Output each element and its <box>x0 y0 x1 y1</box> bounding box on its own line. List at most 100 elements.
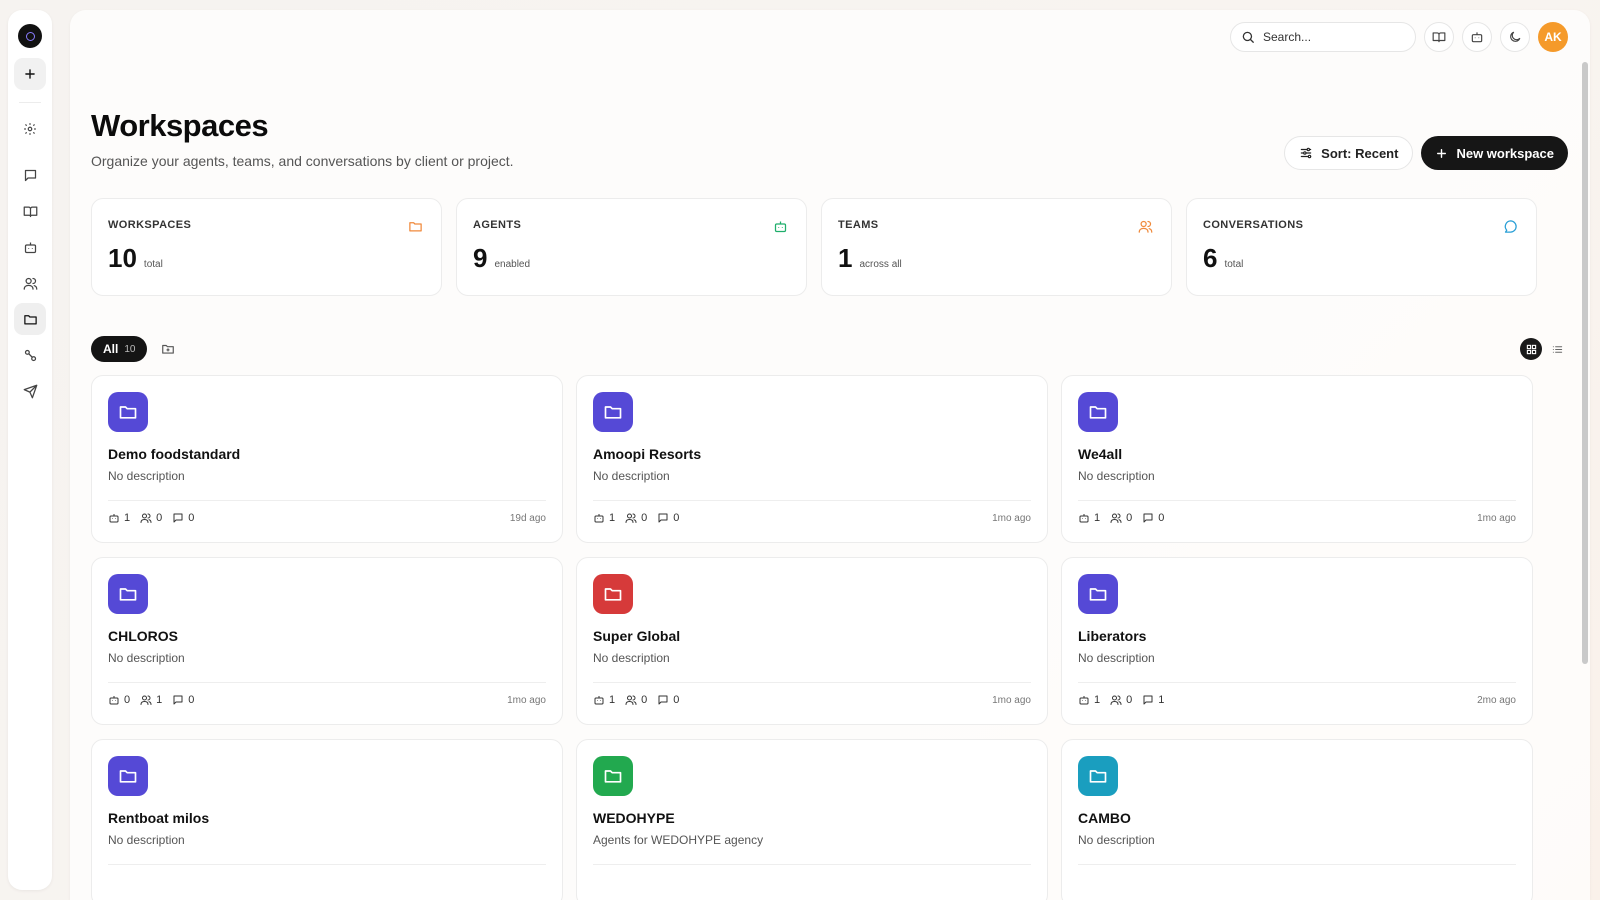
card-divider <box>593 682 1031 683</box>
conversations-count: 0 <box>172 512 194 524</box>
user-avatar[interactable]: AK <box>1538 22 1568 52</box>
users-icon <box>140 513 152 523</box>
workspace-description: No description <box>593 469 670 483</box>
stat-value: 10 <box>108 243 137 273</box>
workspace-folder-icon <box>108 756 148 796</box>
bot-icon <box>1471 32 1483 43</box>
page-subtitle: Organize your agents, teams, and convers… <box>91 153 514 169</box>
rail-teams[interactable] <box>14 267 46 299</box>
scrollbar[interactable] <box>1582 62 1588 664</box>
new-item-button[interactable] <box>14 58 46 90</box>
workspace-card[interactable]: Rentboat milos No description <box>91 739 563 900</box>
stat-card-agents: AGENTS 9 enabled <box>456 198 807 296</box>
workspace-description: Agents for WEDOHYPE agency <box>593 833 764 847</box>
workspace-meta: 1 0 0 19d ago <box>108 512 546 524</box>
rail-agents[interactable] <box>14 231 46 263</box>
theme-toggle[interactable] <box>1500 22 1530 52</box>
stat-unit: enabled <box>494 259 531 270</box>
stat-label: CONVERSATIONS <box>1203 219 1304 231</box>
rail-conversations[interactable] <box>14 159 46 191</box>
conversations-count: 0 <box>172 694 194 706</box>
agents-count: 1 <box>108 512 130 524</box>
stat-card-teams: TEAMS 1 across all <box>821 198 1172 296</box>
bot-icon <box>594 514 604 523</box>
filter-all-label: All <box>103 342 119 356</box>
rail-integrations[interactable] <box>14 339 46 371</box>
updated-time: 1mo ago <box>992 512 1031 524</box>
left-rail <box>8 10 52 890</box>
card-divider <box>108 864 546 865</box>
list-view-button[interactable] <box>1546 338 1568 360</box>
users-icon <box>1110 695 1122 705</box>
plus-icon <box>25 69 35 79</box>
rail-workspaces[interactable] <box>14 303 46 335</box>
updated-time: 19d ago <box>509 512 546 524</box>
teams-count: 0 <box>625 512 647 524</box>
book-icon <box>23 206 37 217</box>
workspace-name: Rentboat milos <box>108 810 210 826</box>
search-field[interactable]: Search... <box>1230 22 1416 52</box>
agents-count: 1 <box>593 512 615 524</box>
workspace-folder-icon <box>108 392 148 432</box>
card-divider <box>593 864 1031 865</box>
filter-bar: All 10 <box>91 336 179 362</box>
workspace-card[interactable]: Super Global No description 1 0 0 1mo ag… <box>576 557 1048 725</box>
new-workspace-button[interactable]: New workspace <box>1421 136 1568 170</box>
agents-count: 0 <box>108 694 130 706</box>
workspace-description: No description <box>108 469 185 483</box>
workspace-card[interactable]: Demo foodstandard No description 1 0 0 1… <box>91 375 563 543</box>
agents-count: 1 <box>1078 512 1100 524</box>
workspace-card[interactable]: WEDOHYPE Agents for WEDOHYPE agency <box>576 739 1048 900</box>
workspace-card[interactable]: CAMBO No description <box>1061 739 1533 900</box>
workspace-card[interactable]: CHLOROS No description 0 1 0 1mo ago <box>91 557 563 725</box>
send-icon <box>23 384 37 398</box>
filter-all[interactable]: All 10 <box>91 336 148 362</box>
rail-settings[interactable] <box>14 113 46 145</box>
new-folder-button[interactable] <box>157 338 179 360</box>
workspace-folder-icon <box>108 574 148 614</box>
sliders-icon <box>1300 147 1312 159</box>
new-workspace-label: New workspace <box>1456 145 1554 161</box>
chat-icon <box>1143 695 1153 705</box>
workspace-name: Liberators <box>1078 628 1147 644</box>
sort-button[interactable]: Sort: Recent <box>1284 136 1414 170</box>
users-icon <box>23 277 37 290</box>
book-icon <box>1432 32 1446 43</box>
workspace-folder-icon <box>1078 574 1118 614</box>
app-logo[interactable] <box>18 24 42 48</box>
bot-icon <box>1079 696 1089 705</box>
chat-icon <box>1143 513 1153 523</box>
docs-button[interactable] <box>1424 22 1454 52</box>
teams-count: 0 <box>140 512 162 524</box>
folder-icon <box>408 219 423 234</box>
workspace-folder-icon <box>593 756 633 796</box>
conversations-count: 0 <box>657 694 679 706</box>
chat-icon <box>658 513 668 523</box>
users-icon <box>625 695 637 705</box>
rail-knowledge[interactable] <box>14 195 46 227</box>
users-icon <box>625 513 637 523</box>
rail-send[interactable] <box>14 375 46 407</box>
moon-icon <box>1510 31 1521 42</box>
chat-icon <box>658 695 668 705</box>
stat-value: 1 <box>838 243 853 273</box>
list-icon <box>1552 345 1562 353</box>
workspace-folder-icon <box>1078 392 1118 432</box>
users-icon <box>1110 513 1122 523</box>
filter-all-count: 10 <box>124 343 136 355</box>
workspace-meta: 1 0 0 1mo ago <box>593 694 1031 706</box>
users-icon <box>140 695 152 705</box>
workspace-name: CAMBO <box>1078 810 1131 826</box>
workspace-grid: Demo foodstandard No description 1 0 0 1… <box>91 375 1533 900</box>
chat-icon <box>24 169 36 181</box>
bot-icon <box>109 696 119 705</box>
workspace-card[interactable]: We4all No description 1 0 0 1mo ago <box>1061 375 1533 543</box>
users-icon <box>1138 219 1153 234</box>
grid-view-button[interactable] <box>1520 338 1542 360</box>
workspace-card[interactable]: Liberators No description 1 0 1 2mo ago <box>1061 557 1533 725</box>
workspace-card[interactable]: Amoopi Resorts No description 1 0 0 1mo … <box>576 375 1048 543</box>
assistant-button[interactable] <box>1462 22 1492 52</box>
rail-divider <box>19 102 41 103</box>
workspace-name: Demo foodstandard <box>108 446 241 462</box>
card-divider <box>1078 682 1516 683</box>
